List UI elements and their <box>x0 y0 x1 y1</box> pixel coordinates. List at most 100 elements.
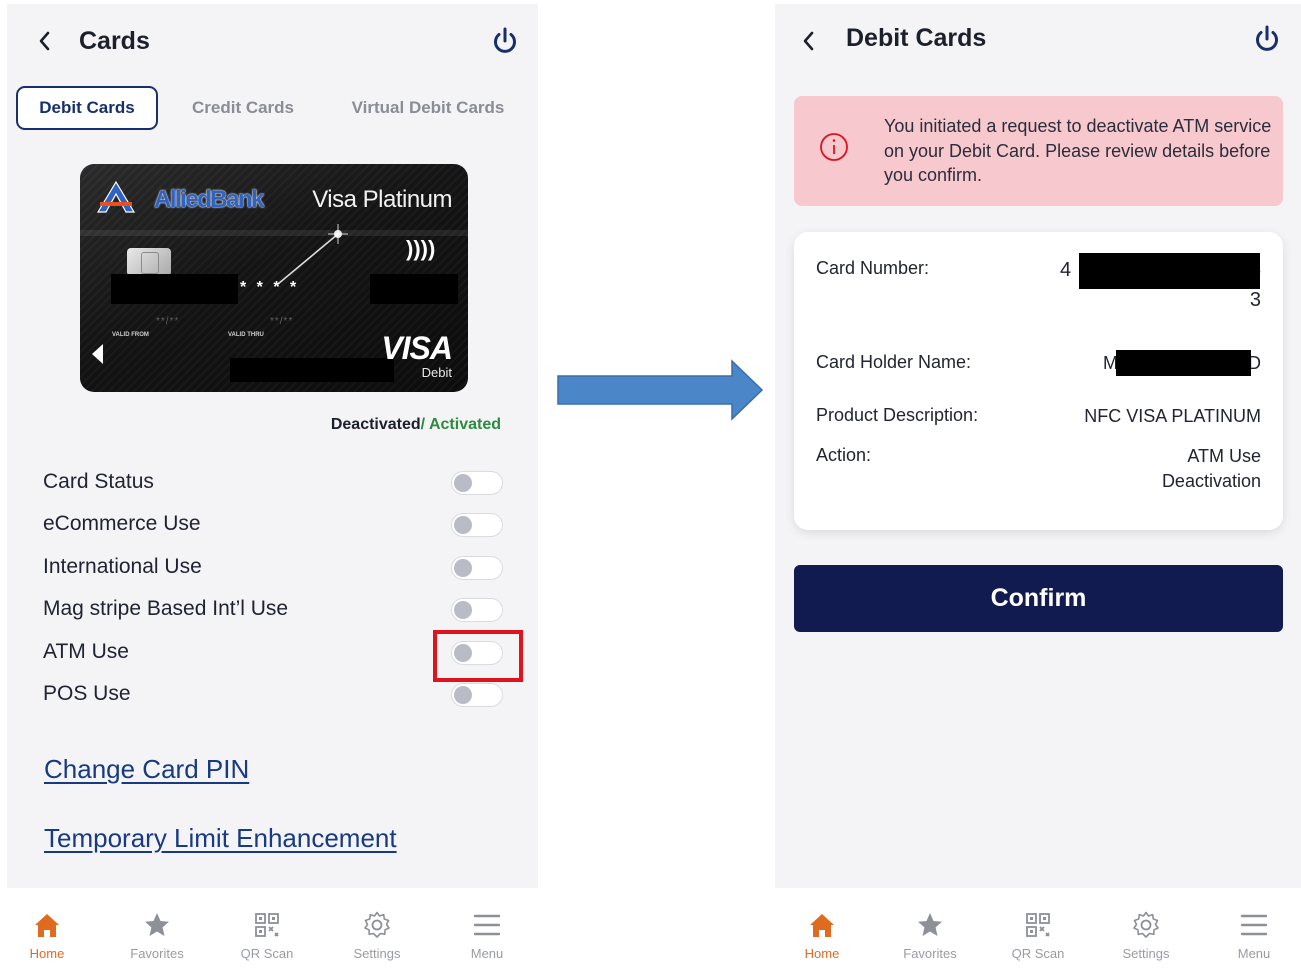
setting-pos: POS Use <box>43 680 503 710</box>
visa-logo: VISA <box>381 330 453 366</box>
confirmation-alert: You initiated a request to deactivate AT… <box>794 96 1283 206</box>
flow-arrow-icon <box>557 359 764 421</box>
temporary-limit-link[interactable]: Temporary Limit Enhancement <box>44 823 397 854</box>
bottom-navigation: Home Favorites QR Scan Settings Menu <box>768 890 1301 971</box>
mag-stripe-toggle[interactable] <box>451 598 503 622</box>
gear-icon <box>364 911 390 938</box>
qr-code-icon <box>1026 913 1050 937</box>
nav-menu[interactable]: Menu <box>442 910 532 970</box>
allied-bank-logo-icon <box>96 180 136 213</box>
card-holder-label: Card Holder Name: <box>816 352 972 372</box>
product-description-label: Product Description: <box>816 405 979 425</box>
confirm-button[interactable]: Confirm <box>794 565 1283 632</box>
alert-message: You initiated a request to deactivate AT… <box>884 116 1272 185</box>
back-button[interactable] <box>797 28 821 54</box>
header: Debit Cards <box>775 22 1301 62</box>
nav-home[interactable]: Home <box>2 910 92 970</box>
nav-qr-scan[interactable]: QR Scan <box>993 910 1083 970</box>
redaction-block <box>230 358 394 382</box>
setting-label: Mag stripe Based Int’l Use <box>43 597 289 620</box>
hamburger-menu-icon <box>473 914 501 936</box>
nav-favorites[interactable]: Favorites <box>112 910 202 970</box>
logout-button[interactable] <box>489 25 521 57</box>
valid-from-label: VALID FROM <box>112 332 149 338</box>
nav-label: Menu <box>470 946 504 961</box>
change-card-pin-link[interactable]: Change Card PIN <box>44 754 249 785</box>
tab-credit-cards[interactable]: Credit Cards <box>177 86 309 130</box>
nav-label: Settings <box>1122 946 1170 961</box>
action-value-line2: Deactivation <box>1161 471 1261 491</box>
nav-settings[interactable]: Settings <box>332 910 422 970</box>
redaction-block <box>111 274 238 304</box>
card-number-masked: * * * * <box>240 279 300 296</box>
contactless-icon: )))) <box>406 236 436 261</box>
setting-label: International Use <box>43 555 202 578</box>
card-bank-name: AlliedBank <box>154 186 265 213</box>
pos-use-toggle[interactable] <box>451 683 503 707</box>
star-icon <box>145 913 169 936</box>
setting-mag-stripe: Mag stripe Based Int’l Use <box>43 595 503 625</box>
nav-label: QR Scan <box>240 946 294 961</box>
nav-label: QR Scan <box>1011 946 1065 961</box>
bottom-navigation: Home Favorites QR Scan Settings Menu <box>0 890 546 971</box>
request-details-card: Card Number: 4 5 3 Card Holder Name: M D… <box>794 232 1283 530</box>
chevron-left-icon <box>39 31 50 51</box>
deactivated-label: Deactivated <box>330 416 421 433</box>
setting-label: eCommerce Use <box>43 512 201 535</box>
tab-debit-cards[interactable]: Debit Cards <box>16 86 158 130</box>
page-title: Cards <box>79 27 150 55</box>
nav-menu[interactable]: Menu <box>1209 910 1299 970</box>
visa-debit-label: Debit <box>421 365 452 380</box>
debit-card-image[interactable]: AlliedBank Visa Platinum )))) * * * * VA… <box>80 164 468 392</box>
home-icon <box>35 914 59 937</box>
card-tier: Visa Platinum <box>312 186 452 213</box>
debit-cards-confirm-screen: Debit Cards You initiated a request to d… <box>775 4 1301 888</box>
setting-card-status: Card Status <box>43 468 503 498</box>
action-label: Action: <box>816 445 872 465</box>
header: Cards <box>7 22 538 62</box>
valid-thru-date: **/** <box>270 316 294 327</box>
international-toggle[interactable] <box>451 556 503 580</box>
nav-label: Home <box>804 946 840 961</box>
home-icon <box>810 914 834 937</box>
info-icon <box>818 131 850 163</box>
status-separator: / <box>420 416 429 433</box>
atm-toggle-highlight <box>433 630 523 682</box>
light-streak-icon <box>277 224 348 285</box>
nav-label: Favorites <box>130 946 184 961</box>
gear-icon <box>1133 911 1159 938</box>
logout-button[interactable] <box>1251 23 1283 55</box>
valid-from-date: **/** <box>156 316 180 327</box>
back-button[interactable] <box>33 28 57 54</box>
setting-international: International Use <box>43 553 503 583</box>
activated-label: Activated <box>428 416 501 433</box>
card-number-prefix: 4 <box>1060 259 1072 281</box>
nav-label: Home <box>29 946 65 961</box>
star-icon <box>918 913 942 936</box>
setting-ecommerce: eCommerce Use <box>43 510 503 540</box>
nav-home[interactable]: Home <box>777 910 867 970</box>
tab-virtual-debit-cards[interactable]: Virtual Debit Cards <box>337 86 519 130</box>
card-status-toggle[interactable] <box>451 471 503 495</box>
product-description-value: NFC VISA PLATINUM <box>1084 406 1261 426</box>
cards-screen: Cards Debit Cards Credit Cards Virtual D… <box>7 4 538 888</box>
nav-qr-scan[interactable]: QR Scan <box>222 910 312 970</box>
nav-label: Favorites <box>903 946 957 961</box>
redaction-block <box>1116 350 1251 376</box>
action-value-line1: ATM Use <box>1187 446 1261 466</box>
redaction-block <box>370 274 458 304</box>
hamburger-menu-icon <box>1240 914 1268 936</box>
setting-label: POS Use <box>43 682 131 705</box>
power-icon <box>1256 25 1278 51</box>
card-number-line2: 3 <box>1249 289 1261 311</box>
qr-code-icon <box>255 913 279 937</box>
setting-label: Card Status <box>43 470 154 493</box>
card-number-label: Card Number: <box>816 258 930 278</box>
setting-label: ATM Use <box>43 640 129 663</box>
card-prev-arrow-icon[interactable] <box>92 344 103 364</box>
chevron-left-icon <box>803 31 814 51</box>
nav-settings[interactable]: Settings <box>1101 910 1191 970</box>
ecommerce-toggle[interactable] <box>451 513 503 537</box>
nav-favorites[interactable]: Favorites <box>885 910 975 970</box>
card-status-legend: Deactivated/ Activated <box>331 416 501 434</box>
